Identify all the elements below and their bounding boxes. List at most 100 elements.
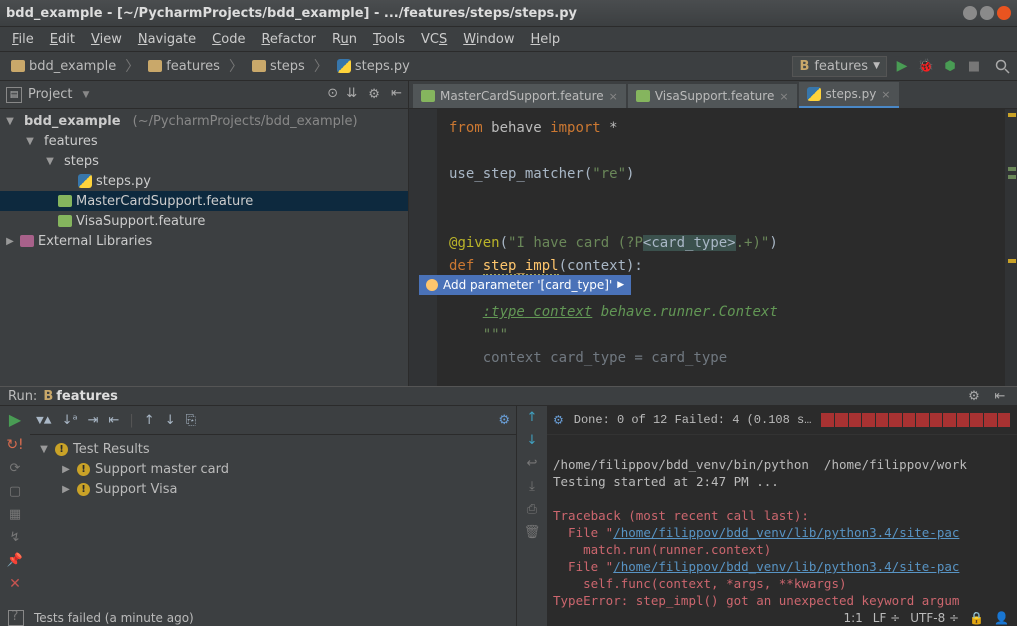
code-editor[interactable]: from behave import * use_step_matcher("r… (409, 109, 1017, 386)
restore-layout-button[interactable]: ↯ (10, 530, 21, 545)
tree-steps[interactable]: ▼steps (0, 151, 408, 171)
hector-icon[interactable]: 👤 (994, 611, 1009, 625)
clear-all-icon[interactable]: 🗑 (524, 525, 541, 540)
folder-icon (11, 60, 25, 72)
breadcrumb-root[interactable]: bdd_example (6, 57, 121, 76)
settings-icon[interactable]: ⚙ (365, 86, 383, 104)
menu-refactor[interactable]: Refactor (253, 29, 324, 50)
close-tab-icon[interactable]: × (881, 88, 890, 101)
soft-wrap-icon[interactable]: ↩ (527, 456, 538, 471)
warning-icon: ! (77, 483, 90, 496)
chevron-right-icon: 〉 (314, 56, 328, 76)
close-tab-icon[interactable]: × (779, 90, 788, 103)
breadcrumb-file[interactable]: steps.py (332, 57, 415, 76)
hide-panel-icon[interactable]: ⇤ (391, 86, 402, 104)
stop-button[interactable]: ■ (965, 57, 983, 75)
window-close-button[interactable] (997, 6, 1011, 20)
behave-icon: B (43, 389, 53, 404)
tree-mastercard-feature[interactable]: MasterCardSupport.feature (0, 191, 408, 211)
python-file-icon (337, 59, 351, 73)
export-results-icon[interactable]: ⎘ (186, 413, 196, 428)
window-minimize-button[interactable] (963, 6, 977, 20)
menu-code[interactable]: Code (204, 29, 253, 50)
hide-passed-icon[interactable]: ▼▲ (36, 413, 52, 428)
debug-button[interactable]: 🐞 (917, 57, 935, 75)
library-icon (20, 235, 34, 247)
hide-panel-icon[interactable]: ⇤ (991, 387, 1009, 405)
menu-window[interactable]: Window (455, 29, 522, 50)
window-maximize-button[interactable] (980, 6, 994, 20)
test-tree[interactable]: ▼!Test Results ▶!Support master card ▶!S… (30, 435, 516, 626)
project-panel-header[interactable]: ▤Project▼ ⊙ ⇊ ⚙ ⇤ (0, 81, 408, 109)
menu-run[interactable]: Run (324, 29, 365, 50)
tool-window-quick-access[interactable] (8, 610, 24, 626)
collapse-all-icon[interactable]: ⇤ (109, 413, 120, 428)
tree-root[interactable]: ▼bdd_example (~/PycharmProjects/bdd_exam… (0, 111, 408, 131)
tab-steps-py[interactable]: steps.py× (799, 82, 899, 108)
file-encoding[interactable]: UTF-8 ÷ (910, 611, 959, 625)
console-output[interactable]: ⚙ Done: 0 of 12 Failed: 4 (0.108 s… /hom… (547, 406, 1017, 626)
menu-file[interactable]: File (4, 29, 42, 50)
close-button[interactable]: ✕ (9, 576, 21, 592)
navigation-bar: bdd_example 〉 features 〉 steps 〉 steps.p… (0, 52, 1017, 81)
coverage-button[interactable]: ⬢ (941, 57, 959, 75)
feature-file-icon (58, 195, 72, 207)
rerun-failed-button[interactable]: ↻! (6, 437, 23, 453)
dump-threads-button[interactable]: ▦ (9, 507, 21, 522)
test-support-master-card[interactable]: ▶!Support master card (30, 459, 516, 479)
tree-steps-py[interactable]: steps.py (0, 171, 408, 191)
rerun-button[interactable]: ▶ (9, 410, 21, 429)
search-everywhere-button[interactable] (993, 57, 1011, 75)
menu-help[interactable]: Help (523, 29, 569, 50)
down-stack-icon[interactable]: ↓ (527, 433, 538, 448)
menu-vcs[interactable]: VCS (413, 29, 455, 50)
settings-icon[interactable]: ⚙ (965, 387, 983, 405)
menu-tools[interactable]: Tools (365, 29, 413, 50)
pin-tab-button[interactable]: 📌 (7, 553, 23, 568)
settings-icon[interactable]: ⚙ (498, 413, 510, 428)
tab-visa[interactable]: VisaSupport.feature× (628, 84, 797, 108)
toggle-auto-test[interactable]: ⟳ (10, 461, 21, 476)
window-titlebar: bdd_example - [~/PycharmProjects/bdd_exa… (0, 0, 1017, 27)
test-results-root[interactable]: ▼!Test Results (30, 439, 516, 459)
run-config-name: features (814, 59, 868, 74)
console-text[interactable]: /home/filippov/bdd_venv/bin/python /home… (547, 435, 1017, 626)
project-panel-title: Project (28, 87, 72, 102)
caret-position[interactable]: 1:1 (843, 611, 862, 625)
read-only-toggle[interactable]: 🔒 (969, 611, 984, 625)
test-support-visa[interactable]: ▶!Support Visa (30, 479, 516, 499)
menu-view[interactable]: View (83, 29, 130, 50)
project-tree[interactable]: ▼bdd_example (~/PycharmProjects/bdd_exam… (0, 109, 408, 386)
pause-button[interactable]: ▢ (9, 484, 21, 499)
previous-failed-icon[interactable]: ↑ (144, 413, 155, 428)
breadcrumb-steps[interactable]: steps (247, 57, 310, 76)
line-separator[interactable]: LF ÷ (873, 611, 900, 625)
breadcrumb-features[interactable]: features (143, 57, 225, 76)
scroll-from-source-icon[interactable]: ⊙ (327, 86, 338, 104)
warning-icon: ! (77, 463, 90, 476)
tree-visa-feature[interactable]: VisaSupport.feature (0, 211, 408, 231)
error-stripe[interactable] (1005, 109, 1017, 386)
scroll-to-end-icon[interactable]: ⤓ (529, 479, 535, 494)
print-icon[interactable]: ⎙ (527, 502, 537, 517)
tree-features[interactable]: ▼features (0, 131, 408, 151)
up-stack-icon[interactable]: ↑ (527, 410, 538, 425)
project-view-icon: ▤ (6, 87, 22, 103)
tab-mastercard[interactable]: MasterCardSupport.feature× (413, 84, 626, 108)
expand-all-icon[interactable]: ⇥ (88, 413, 99, 428)
collapse-all-icon[interactable]: ⇊ (346, 86, 357, 104)
run-button[interactable]: ▶ (893, 57, 911, 75)
next-failed-icon[interactable]: ↓ (165, 413, 176, 428)
close-tab-icon[interactable]: × (609, 90, 618, 103)
intention-bulb-icon (426, 279, 438, 291)
menu-edit[interactable]: Edit (42, 29, 83, 50)
run-configuration-selector[interactable]: B features ▼ (792, 56, 887, 77)
menu-navigate[interactable]: Navigate (130, 29, 204, 50)
intention-action-popup[interactable]: Add parameter '[card_type]' ▶ (419, 275, 631, 295)
settings-icon[interactable]: ⚙ (553, 413, 564, 428)
run-tool-header[interactable]: Run: B features ⚙ ⇤ (0, 387, 1017, 406)
editor-gutter[interactable] (409, 109, 437, 386)
console-actions-toolbar: ↑ ↓ ↩ ⤓ ⎙ 🗑 (517, 406, 547, 626)
tree-external-libraries[interactable]: ▶External Libraries (0, 231, 408, 251)
sort-icon[interactable]: ↓ᵃ (62, 413, 78, 428)
